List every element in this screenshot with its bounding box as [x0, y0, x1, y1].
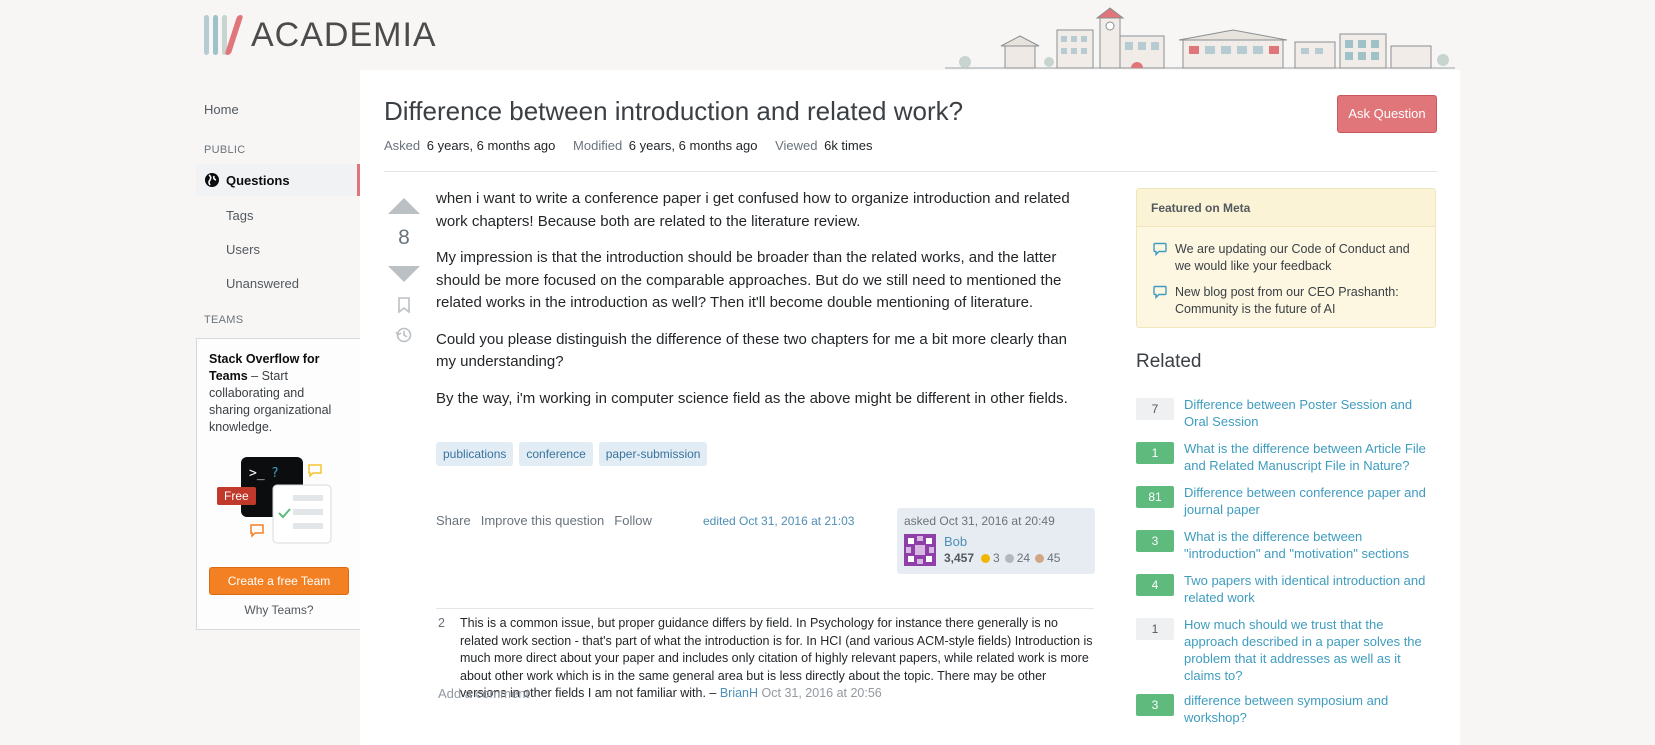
related-score: 1	[1136, 618, 1174, 640]
nav-unanswered[interactable]: Unanswered	[226, 276, 299, 291]
nav-users[interactable]: Users	[226, 242, 260, 257]
modified-label: Modified	[573, 138, 623, 153]
related-heading: Related	[1136, 351, 1202, 372]
question-paragraph: My impression is that the introduction s…	[436, 249, 1062, 311]
tag-publications[interactable]: publications	[436, 442, 514, 466]
related-link[interactable]: Difference between conference paper and …	[1184, 484, 1434, 518]
nav-teams-heading: TEAMS	[204, 314, 244, 326]
featured-meta-text: We are updating our Code of Conduct and …	[1175, 242, 1410, 273]
bronze-badge-icon	[1035, 553, 1045, 563]
related-score: 3	[1136, 694, 1174, 716]
featured-meta-text: New blog post from our CEO Prashanth: Co…	[1175, 285, 1399, 316]
avatar[interactable]	[904, 534, 936, 566]
comment-user[interactable]: BrianH	[720, 686, 758, 700]
site-logo[interactable]: ACADEMIA	[204, 14, 437, 56]
question-paragraph: when i want to write a conference paper …	[436, 190, 1070, 230]
edited-link[interactable]: edited Oct 31, 2016 at 21:03	[703, 514, 854, 528]
related-score: 4	[1136, 574, 1174, 596]
teams-promo-text: Stack Overflow for Teams – Start collabo…	[209, 351, 348, 436]
asked-value: 6 years, 6 months ago	[426, 138, 556, 153]
reputation-score: 3,457	[944, 551, 975, 565]
site-header: ACADEMIA	[0, 0, 1655, 70]
share-link[interactable]: Share	[436, 513, 471, 528]
related-score: 7	[1136, 398, 1174, 420]
nav-public-heading: PUBLIC	[204, 144, 246, 156]
svg-text:?: ?	[271, 466, 279, 481]
related-link[interactable]: Difference between Poster Session and Or…	[1184, 396, 1434, 430]
question-paragraph: Could you please distinguish the differe…	[436, 330, 1067, 371]
nav-tags[interactable]: Tags	[226, 208, 253, 223]
related-link[interactable]: What is the difference between Article F…	[1184, 440, 1434, 474]
featured-meta-item[interactable]: We are updating our Code of Conduct and …	[1153, 241, 1423, 275]
logo-text: ACADEMIA	[251, 15, 437, 54]
owner-name[interactable]: Bob	[944, 534, 967, 549]
improve-question-link[interactable]: Improve this question	[481, 513, 605, 528]
question-meta: Asked 6 years, 6 months ago Modified 6 y…	[384, 138, 887, 153]
related-link[interactable]: Two papers with identical introduction a…	[1184, 572, 1434, 606]
downvote-icon[interactable]	[384, 264, 424, 284]
nav-home[interactable]: Home	[204, 102, 239, 117]
gold-badge-icon	[981, 553, 991, 563]
asked-timestamp: asked Oct 31, 2016 at 20:49	[904, 514, 1055, 528]
silver-badge-icon	[1004, 553, 1014, 563]
why-teams-link[interactable]: Why Teams?	[197, 603, 361, 617]
tag-conference[interactable]: conference	[519, 442, 593, 466]
history-icon[interactable]	[395, 326, 413, 344]
question-tags: publications conference paper-submission	[436, 442, 708, 466]
svg-text:>_: >_	[249, 466, 265, 481]
chat-bubble-icon	[1153, 242, 1167, 256]
post-menu: Share Improve this question Follow	[436, 513, 652, 528]
follow-link[interactable]: Follow	[614, 513, 652, 528]
viewed-label: Viewed	[775, 138, 818, 153]
comment: 2 This is a common issue, but proper gui…	[436, 609, 1094, 703]
ask-question-button[interactable]: Ask Question	[1337, 95, 1437, 133]
bronze-badge-count: 45	[1047, 551, 1061, 565]
title-divider	[384, 171, 1437, 172]
related-link[interactable]: difference between symposium and worksho…	[1184, 692, 1434, 726]
featured-meta-heading: Featured on Meta	[1137, 189, 1435, 227]
question-paragraph: By the way, i'm working in computer scie…	[436, 389, 1068, 407]
modified-value[interactable]: 6 years, 6 months ago	[629, 138, 758, 153]
bookmark-icon[interactable]	[395, 296, 413, 314]
featured-meta-box: Featured on Meta We are updating our Cod…	[1136, 188, 1436, 328]
upvote-icon[interactable]	[384, 196, 424, 216]
gold-badge-count: 3	[993, 551, 1000, 565]
silver-badge-count: 24	[1016, 551, 1031, 565]
create-free-team-button[interactable]: Create a free Team	[209, 567, 349, 595]
question-title[interactable]: Difference between introduction and rela…	[384, 96, 963, 127]
teams-promo: Stack Overflow for Teams – Start collabo…	[196, 338, 360, 630]
related-link[interactable]: How much should we trust that the approa…	[1184, 616, 1434, 684]
related-score: 3	[1136, 530, 1174, 552]
related-link[interactable]: What is the difference between "introduc…	[1184, 528, 1434, 562]
globe-icon	[205, 173, 219, 187]
teams-illustration: >_ ? Free	[217, 455, 337, 547]
main-content: Difference between introduction and rela…	[360, 70, 1460, 745]
tag-paper-submission[interactable]: paper-submission	[598, 442, 708, 466]
related-score: 81	[1136, 486, 1174, 508]
nav-questions[interactable]: Questions	[196, 164, 360, 196]
chat-bubble-icon	[1153, 285, 1167, 299]
owner-reputation: 3,457 3 24 45	[944, 551, 1060, 565]
vote-count: 8	[398, 226, 410, 249]
free-badge: Free	[217, 487, 256, 505]
comments-list: 2 This is a common issue, but proper gui…	[436, 608, 1094, 703]
related-score: 1	[1136, 442, 1174, 464]
owner-card: asked Oct 31, 2016 at 20:49 Bob 3,457 3 …	[897, 508, 1095, 574]
comment-date[interactable]: Oct 31, 2016 at 20:56	[762, 686, 882, 700]
viewed-value: 6k times	[824, 138, 873, 153]
asked-label: Asked	[384, 138, 421, 153]
nav-questions-label: Questions	[226, 172, 290, 188]
comment-score: 2	[438, 616, 445, 630]
campus-skyline-illustration	[945, 7, 1455, 69]
featured-meta-item[interactable]: New blog post from our CEO Prashanth: Co…	[1153, 284, 1423, 318]
logo-mark-icon	[204, 15, 244, 55]
question-body: when i want to write a conference paper …	[436, 188, 1086, 424]
add-comment-link[interactable]: Add a comment	[438, 686, 529, 701]
